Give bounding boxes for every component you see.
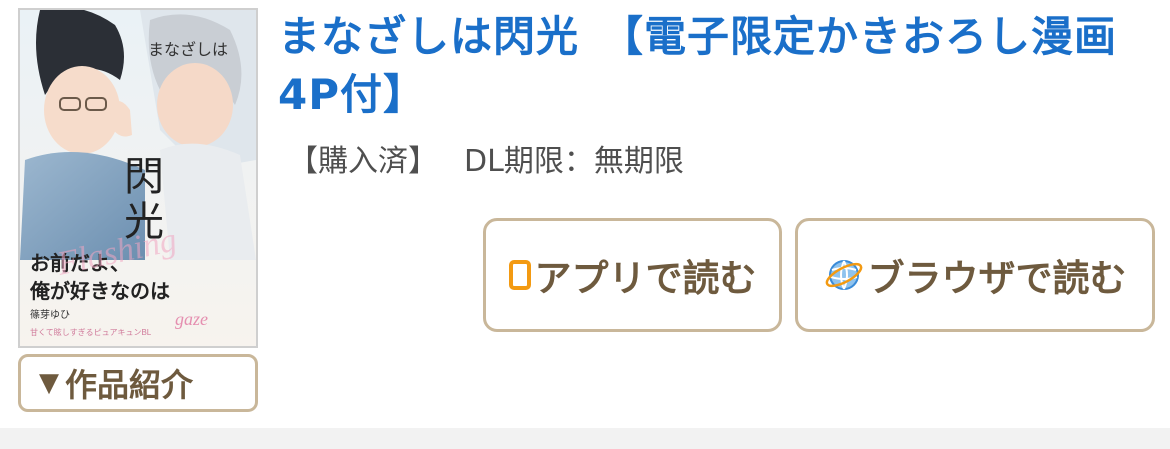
read-in-app-button[interactable]: アプリで読む xyxy=(483,218,782,332)
work-intro-label: 作品紹介 xyxy=(65,366,194,404)
svg-text:篠芽ゆひ: 篠芽ゆひ xyxy=(30,308,70,321)
svg-text:まなざしは: まなざしは xyxy=(148,40,228,59)
triangle-down-icon: ▼ xyxy=(39,368,59,398)
footer-band xyxy=(0,428,1170,449)
purchase-status: 【購入済】 xyxy=(288,144,438,179)
book-title[interactable]: まなざしは閃光 【電子限定かきおろし漫画4P付】 xyxy=(278,8,1148,124)
read-in-browser-label: ブラウザで読む xyxy=(867,257,1127,300)
book-cover-illustration: まなざしは 閃 光 お前だよ、 俺が好きなのは 篠芽ゆひ 甘くて眩しすぎるピュア… xyxy=(20,10,256,346)
read-in-app-label: アプリで読む xyxy=(534,257,757,300)
svg-text:gaze: gaze xyxy=(175,309,208,329)
book-cover[interactable]: まなざしは 閃 光 お前だよ、 俺が好きなのは 篠芽ゆひ 甘くて眩しすぎるピュア… xyxy=(18,8,258,348)
svg-text:俺が好きなのは: 俺が好きなのは xyxy=(29,279,170,303)
smartphone-icon xyxy=(508,260,531,290)
read-in-browser-button[interactable]: ブラウザで読む xyxy=(795,218,1155,332)
globe-icon xyxy=(824,255,864,295)
work-intro-toggle[interactable]: ▼ 作品紹介 xyxy=(18,354,258,412)
purchase-info: 【購入済】 DL期限：無期限 xyxy=(288,140,684,184)
svg-text:甘くて眩しすぎるピュアキュンBL: 甘くて眩しすぎるピュアキュンBL xyxy=(30,327,152,337)
dl-limit: DL期限：無期限 xyxy=(464,144,684,179)
svg-text:閃: 閃 xyxy=(124,154,164,199)
